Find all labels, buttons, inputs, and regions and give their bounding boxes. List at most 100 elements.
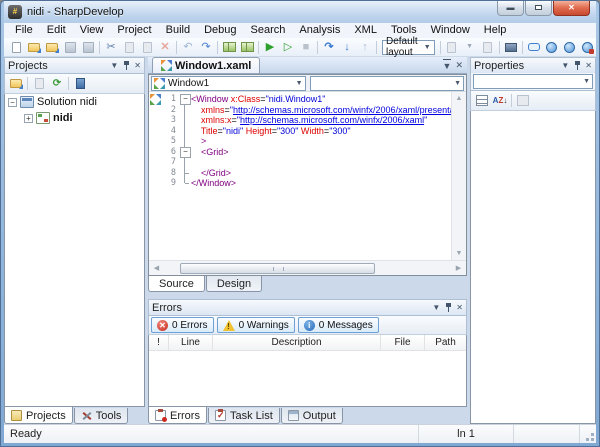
code-line[interactable]: 9</Window>: [149, 178, 451, 189]
messages-filter-button[interactable]: i 0 Messages: [298, 317, 379, 333]
tree-item-solution[interactable]: − Solution nidi: [5, 94, 144, 110]
code-line[interactable]: 2 xmlns="http://schemas.microsoft.com/wi…: [149, 105, 451, 116]
vertical-scrollbar[interactable]: ▲ ▼: [451, 92, 466, 260]
clear-bookmarks-icon[interactable]: [479, 39, 497, 55]
errors-filter-button[interactable]: ✕ 0 Errors: [151, 317, 214, 333]
menu-item[interactable]: Window: [424, 23, 477, 38]
delete-icon[interactable]: ✕: [156, 39, 174, 55]
code-surface[interactable]: 1<Window x:Class="nidi.Window1"2 xmlns="…: [149, 92, 466, 260]
properties-grid[interactable]: [470, 111, 596, 424]
redo-icon[interactable]: ↷: [197, 39, 215, 55]
code-line[interactable]: 6 <Grid>: [149, 147, 451, 158]
panel-menu-icon[interactable]: ▼: [432, 303, 440, 313]
bookmark-icon[interactable]: [443, 39, 461, 55]
toggle-comment-icon[interactable]: [502, 39, 520, 55]
cut-icon[interactable]: ✂: [102, 39, 120, 55]
collapse-all-icon[interactable]: [7, 76, 25, 92]
fold-collapse-icon[interactable]: [179, 94, 191, 105]
link-files-icon[interactable]: [30, 76, 48, 92]
code-line[interactable]: 3 xmlns:x="http://schemas.microsoft.com/…: [149, 115, 451, 126]
step-into-icon[interactable]: ↓: [338, 39, 356, 55]
menu-item[interactable]: Debug: [197, 23, 243, 38]
categorized-icon[interactable]: [473, 93, 491, 109]
fold-collapse-icon[interactable]: [179, 147, 191, 158]
menu-item[interactable]: File: [8, 23, 40, 38]
menu-item[interactable]: Edit: [40, 23, 73, 38]
tab-tools[interactable]: Tools: [74, 408, 129, 424]
close-button[interactable]: ✕: [553, 1, 590, 16]
stop-icon[interactable]: ■: [297, 39, 315, 55]
minimize-button[interactable]: ▬: [497, 1, 524, 16]
panel-menu-icon[interactable]: ▼: [561, 61, 569, 71]
bookmark-dropdown-icon[interactable]: ▼: [461, 39, 479, 55]
column-severity[interactable]: !: [149, 335, 169, 350]
undo-icon[interactable]: ↶: [179, 39, 197, 55]
warnings-filter-button[interactable]: 0 Warnings: [217, 317, 295, 333]
menu-item[interactable]: Analysis: [292, 23, 347, 38]
scrollbar-thumb[interactable]: [180, 263, 375, 274]
run-without-debugger-icon[interactable]: ▷: [279, 39, 297, 55]
maximize-button[interactable]: [525, 1, 552, 16]
document-list-icon[interactable]: ▼: [443, 59, 452, 71]
object-combo[interactable]: ▼: [473, 74, 593, 89]
copy-icon[interactable]: [120, 39, 138, 55]
scroll-down-icon[interactable]: ▼: [456, 247, 463, 260]
save-icon[interactable]: [61, 39, 79, 55]
menu-item[interactable]: Help: [477, 23, 514, 38]
tab-output[interactable]: Output: [281, 408, 343, 424]
web-stop-icon[interactable]: [579, 39, 597, 55]
document-close-icon[interactable]: ✕: [455, 60, 463, 70]
pin-icon[interactable]: [445, 303, 452, 312]
code-line[interactable]: 8 </Grid>: [149, 168, 451, 179]
attach-debugger-icon[interactable]: ↷: [320, 39, 338, 55]
resize-grip[interactable]: [580, 425, 596, 443]
show-all-files-icon[interactable]: [71, 76, 89, 92]
step-out-icon[interactable]: ↑: [356, 39, 374, 55]
build-solution-icon[interactable]: [238, 39, 256, 55]
tree-item-project[interactable]: + nidi: [5, 110, 144, 126]
run-icon[interactable]: ▶: [261, 39, 279, 55]
layout-select[interactable]: Default layout ▼: [382, 40, 435, 55]
menu-item[interactable]: View: [73, 23, 111, 38]
column-path[interactable]: Path: [425, 335, 466, 350]
web-refresh-icon[interactable]: [561, 39, 579, 55]
code-line[interactable]: 7: [149, 157, 451, 168]
column-line[interactable]: Line: [169, 335, 213, 350]
alphabetical-icon[interactable]: AZ↓: [491, 93, 509, 109]
tab-design[interactable]: Design: [206, 276, 262, 292]
horizontal-scrollbar[interactable]: ◀ ▶: [149, 260, 466, 275]
web-browse-icon[interactable]: [543, 39, 561, 55]
tab-projects[interactable]: Projects: [4, 407, 73, 424]
new-file-icon[interactable]: [7, 39, 25, 55]
panel-close-icon[interactable]: ✕: [585, 61, 592, 71]
property-pages-icon[interactable]: [514, 93, 532, 109]
panel-close-icon[interactable]: ✕: [134, 61, 141, 71]
menu-item[interactable]: Project: [110, 23, 158, 38]
collapse-expander-icon[interactable]: −: [8, 98, 17, 107]
tab-errors[interactable]: Errors: [148, 407, 207, 424]
column-description[interactable]: Description: [213, 335, 381, 350]
menu-item[interactable]: Build: [159, 23, 197, 38]
code-line[interactable]: 1<Window x:Class="nidi.Window1": [149, 94, 451, 105]
comment-icon[interactable]: [525, 39, 543, 55]
code-line[interactable]: 4 Title="nidi" Height="300" Width="300": [149, 126, 451, 137]
open-file-icon[interactable]: [25, 39, 43, 55]
scroll-up-icon[interactable]: ▲: [456, 92, 463, 105]
scroll-left-icon[interactable]: ◀: [149, 262, 164, 275]
code-lines[interactable]: 1<Window x:Class="nidi.Window1"2 xmlns="…: [149, 92, 451, 260]
code-line[interactable]: 5 >: [149, 136, 451, 147]
menu-item[interactable]: Search: [244, 23, 293, 38]
tab-window1-xaml[interactable]: Window1.xaml: [152, 57, 260, 73]
panel-close-icon[interactable]: ✕: [456, 303, 463, 313]
menu-item[interactable]: XML: [347, 23, 384, 38]
refresh-icon[interactable]: ⟳: [48, 76, 66, 92]
member-combo[interactable]: ▼: [310, 76, 465, 91]
save-all-icon[interactable]: [79, 39, 97, 55]
tab-source[interactable]: Source: [148, 276, 205, 292]
expand-expander-icon[interactable]: +: [24, 114, 33, 123]
pin-icon[interactable]: [123, 61, 130, 70]
scroll-right-icon[interactable]: ▶: [451, 262, 466, 275]
tab-task-list[interactable]: Task List: [208, 408, 280, 424]
class-combo[interactable]: Window1 ▼: [151, 76, 306, 91]
panel-menu-icon[interactable]: ▼: [110, 61, 118, 71]
